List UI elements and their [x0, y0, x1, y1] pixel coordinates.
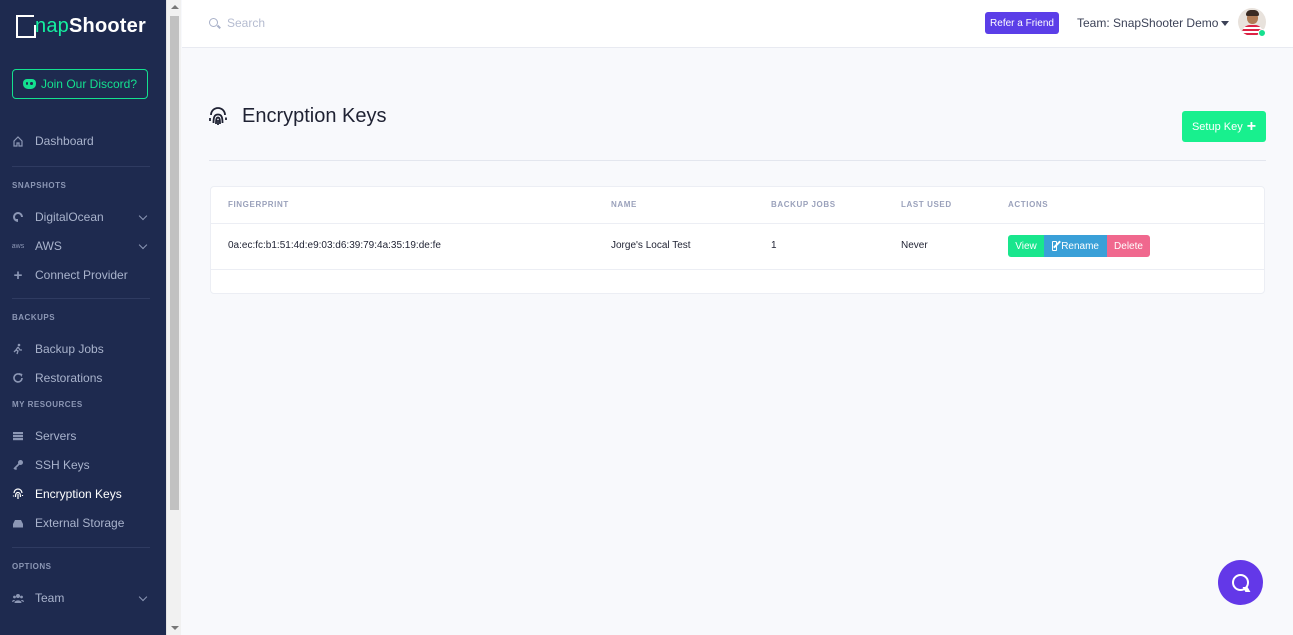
section-my-resources: MY RESOURCES	[12, 400, 83, 409]
top-bar: Refer a Friend Team: SnapShooter Demo	[182, 0, 1293, 48]
fingerprint-icon	[208, 106, 228, 127]
section-options: OPTIONS	[12, 562, 52, 571]
home-icon	[12, 135, 24, 147]
logo-s-mark	[15, 15, 36, 38]
encryption-keys-table: FINGERPRINT NAME BACKUP JOBS LAST USED A…	[210, 186, 1265, 294]
plus-icon: +	[1246, 117, 1257, 135]
sidebar-divider	[12, 547, 150, 548]
search-icon	[209, 18, 218, 27]
fingerprint-icon	[12, 488, 24, 500]
digitalocean-icon	[12, 211, 24, 223]
column-header-name: NAME	[611, 200, 637, 209]
discord-label: Join Our Discord?	[40, 77, 138, 91]
table-header-divider	[211, 223, 1264, 224]
section-snapshots: SNAPSHOTS	[12, 181, 67, 190]
team-selector[interactable]: Team: SnapShooter Demo	[1077, 16, 1230, 30]
sidebar-item-label: Servers	[35, 429, 77, 443]
server-icon	[12, 430, 24, 442]
sidebar-item-servers[interactable]: Servers	[12, 426, 150, 446]
caret-down-icon	[1221, 20, 1230, 26]
online-status-dot	[1258, 29, 1266, 37]
sidebar-item-external-storage[interactable]: External Storage	[12, 513, 150, 533]
column-header-last-used: LAST USED	[901, 200, 952, 209]
sidebar: nap Shooter Join Our Discord? Dashboard S…	[0, 0, 166, 635]
sidebar-item-connect-provider[interactable]: + Connect Provider	[12, 265, 150, 285]
view-label: View	[1015, 240, 1037, 252]
refresh-icon	[12, 372, 24, 384]
plus-icon: +	[13, 266, 23, 284]
running-person-icon	[12, 343, 24, 355]
edit-icon	[1052, 241, 1058, 251]
chevron-down-icon	[138, 592, 148, 602]
storage-icon	[12, 517, 24, 529]
scroll-thumb[interactable]	[170, 16, 179, 510]
search-input[interactable]	[227, 14, 527, 32]
sidebar-item-label: Encryption Keys	[35, 487, 122, 501]
chevron-down-icon	[138, 240, 148, 250]
page-header: Encryption Keys	[208, 105, 387, 128]
sidebar-item-label: Dashboard	[35, 134, 94, 148]
column-header-fingerprint: FINGERPRINT	[228, 200, 289, 209]
delete-button[interactable]: Delete	[1107, 235, 1150, 257]
sidebar-item-aws[interactable]: aws AWS	[12, 236, 150, 256]
row-actions: View Rename Delete	[1008, 235, 1150, 257]
cell-fingerprint: 0a:ec:fc:b1:51:4d:e9:03:d6:39:79:4a:35:1…	[228, 240, 441, 251]
discord-icon	[22, 79, 36, 89]
snapshooter-logo[interactable]: nap Shooter	[15, 12, 146, 40]
sidebar-item-label: Connect Provider	[35, 268, 128, 282]
header-divider	[209, 160, 1266, 161]
column-header-backup-jobs: BACKUP JOBS	[771, 200, 836, 209]
sidebar-divider	[12, 166, 150, 167]
refer-friend-button[interactable]: Refer a Friend	[985, 12, 1059, 34]
team-label: Team: SnapShooter Demo	[1077, 16, 1219, 30]
delete-label: Delete	[1114, 240, 1143, 252]
sidebar-scrollbar[interactable]	[166, 0, 181, 635]
help-chat-button[interactable]	[1218, 560, 1263, 605]
table-row-divider	[211, 269, 1264, 270]
sidebar-item-encryption-keys[interactable]: Encryption Keys	[12, 484, 150, 504]
column-header-actions: ACTIONS	[1008, 200, 1049, 209]
sidebar-item-label: Restorations	[35, 371, 103, 385]
scroll-down-arrow-icon[interactable]	[171, 626, 179, 630]
sidebar-item-restorations[interactable]: Restorations	[12, 368, 150, 388]
setup-key-label: Setup Key	[1191, 120, 1243, 133]
avatar-hair	[1246, 10, 1259, 16]
chat-bubble-icon	[1232, 574, 1249, 591]
rename-label: Rename	[1061, 240, 1099, 252]
key-icon	[12, 459, 24, 471]
sidebar-item-label: AWS	[35, 239, 62, 253]
chevron-down-icon	[138, 211, 148, 221]
rename-button[interactable]: Rename	[1044, 235, 1107, 257]
sidebar-item-team[interactable]: Team	[12, 588, 150, 608]
setup-key-button[interactable]: Setup Key +	[1182, 111, 1266, 142]
sidebar-divider	[12, 298, 150, 299]
cell-name: Jorge's Local Test	[611, 240, 691, 251]
view-button[interactable]: View	[1008, 235, 1044, 257]
sidebar-item-digitalocean[interactable]: DigitalOcean	[12, 207, 150, 227]
sidebar-item-label: Team	[35, 591, 65, 605]
cell-last-used: Never	[901, 240, 928, 251]
join-discord-button[interactable]: Join Our Discord?	[12, 69, 148, 99]
sidebar-item-dashboard[interactable]: Dashboard	[12, 131, 150, 151]
section-backups: BACKUPS	[12, 313, 56, 322]
users-icon	[12, 592, 24, 604]
page-title: Encryption Keys	[242, 105, 387, 127]
logo-shooter: Shooter	[68, 14, 146, 37]
sidebar-item-label: External Storage	[35, 516, 125, 530]
sidebar-item-backup-jobs[interactable]: Backup Jobs	[12, 339, 150, 359]
scroll-up-arrow-icon[interactable]	[171, 5, 179, 9]
sidebar-item-label: DigitalOcean	[35, 210, 104, 224]
aws-icon: aws	[11, 242, 25, 250]
cell-backup-jobs: 1	[771, 240, 777, 251]
sidebar-item-label: SSH Keys	[35, 458, 90, 472]
sidebar-item-ssh-keys[interactable]: SSH Keys	[12, 455, 150, 475]
sidebar-item-label: Backup Jobs	[35, 342, 104, 356]
logo-nap: nap	[35, 14, 69, 37]
